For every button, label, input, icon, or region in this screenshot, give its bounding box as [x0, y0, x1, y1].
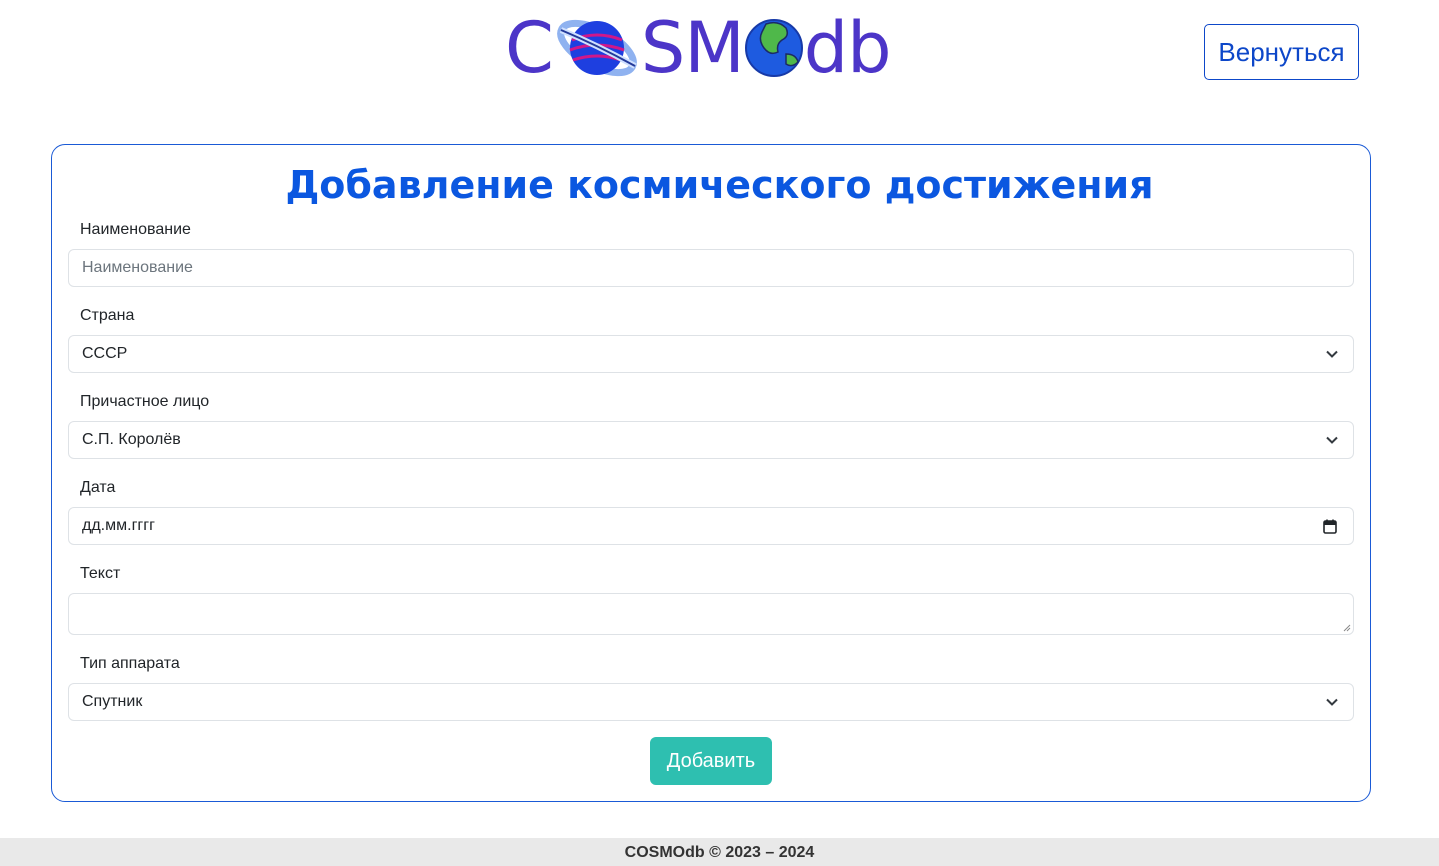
date-label: Дата	[80, 479, 116, 496]
chevron-down-icon	[1326, 350, 1338, 358]
chevron-down-icon	[1326, 698, 1338, 706]
logo-letters-db: db	[803, 7, 892, 89]
name-input[interactable]: Наименование	[68, 249, 1354, 287]
country-select[interactable]: СССР	[68, 335, 1354, 373]
footer-text: COSMOdb © 2023 – 2024	[624, 844, 815, 861]
person-select[interactable]: С.П. Королёв	[68, 421, 1354, 459]
date-input[interactable]: дд.мм.гггг	[68, 507, 1354, 545]
person-value: С.П. Королёв	[82, 431, 181, 448]
footer: COSMOdb © 2023 – 2024	[0, 838, 1439, 866]
calendar-icon[interactable]	[1323, 519, 1337, 534]
type-value: Спутник	[82, 693, 143, 710]
resize-handle-icon[interactable]	[1343, 624, 1351, 632]
text-textarea[interactable]	[68, 593, 1354, 635]
cosmodb-logo: C SM db	[505, 7, 892, 89]
type-select[interactable]: Спутник	[68, 683, 1354, 721]
earth-icon	[744, 19, 803, 77]
name-label: Наименование	[80, 221, 191, 238]
text-label: Текст	[80, 565, 121, 582]
country-label: Страна	[80, 307, 135, 324]
add-button[interactable]: Добавить	[650, 737, 772, 785]
planet-ring-icon	[557, 19, 637, 77]
chevron-down-icon	[1326, 436, 1338, 444]
page-title: Добавление космического достижения	[285, 163, 1154, 207]
person-label: Причастное лицо	[80, 393, 210, 410]
logo-letter-c: C	[505, 7, 554, 89]
back-button[interactable]: Вернуться	[1204, 24, 1359, 80]
date-value: дд.мм.гггг	[82, 517, 155, 534]
logo-letters-sm: SM	[640, 7, 745, 89]
type-label: Тип аппарата	[80, 655, 180, 672]
country-value: СССР	[82, 345, 128, 362]
name-placeholder: Наименование	[82, 259, 193, 276]
